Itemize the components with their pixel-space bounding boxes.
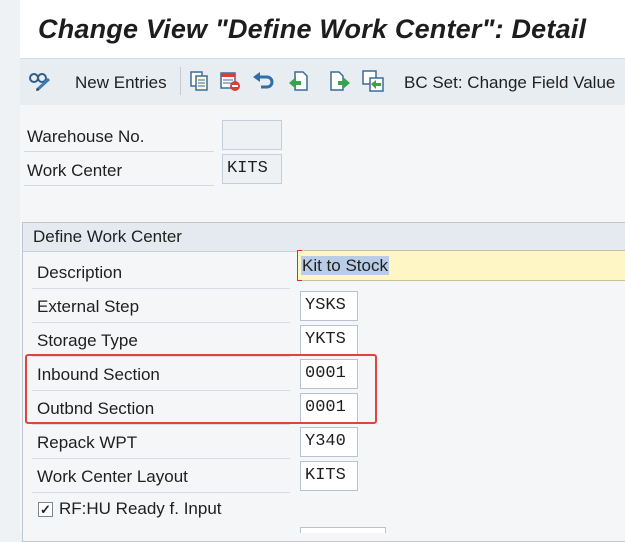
- new-entries-button[interactable]: New Entries: [75, 73, 167, 93]
- rf-hu-ready-checkbox[interactable]: ✓: [38, 502, 53, 517]
- copy-icon[interactable]: [188, 70, 210, 92]
- description-field[interactable]: Kit to Stock: [297, 250, 625, 281]
- transport-left-icon[interactable]: [288, 70, 310, 92]
- storage-type-field[interactable]: YKTS: [300, 325, 358, 355]
- page-title: Change View "Define Work Center": Detail: [38, 14, 587, 44]
- application-toolbar: New Entries BC Set: Change Field Value: [20, 58, 625, 106]
- work-center-layout-field[interactable]: KITS: [300, 461, 358, 491]
- work-center-label: Work Center: [24, 156, 214, 186]
- delete-icon[interactable]: [219, 70, 241, 92]
- work-center-layout-label: Work Center Layout: [32, 460, 290, 493]
- warehouse-field[interactable]: [222, 120, 282, 150]
- transport-right-icon[interactable]: [329, 70, 351, 92]
- group-title: Define Work Center: [23, 223, 625, 252]
- highlight-box: [25, 354, 377, 424]
- bc-set-button[interactable]: BC Set: Change Field Value: [404, 73, 615, 93]
- required-marker: [297, 250, 302, 281]
- display-change-icon[interactable]: [28, 70, 51, 92]
- toolbar-separator: [180, 67, 181, 95]
- warehouse-label: Warehouse No.: [24, 122, 214, 152]
- external-step-field[interactable]: YSKS: [300, 291, 358, 321]
- description-label: Description: [32, 256, 290, 289]
- work-center-field[interactable]: KITS: [222, 154, 282, 184]
- title-bar: Change View "Define Work Center": Detail: [20, 0, 625, 58]
- storage-type-label: Storage Type: [32, 324, 290, 357]
- description-value: Kit to Stock: [301, 256, 389, 275]
- rf-hu-ready-label: RF:HU Ready f. Input: [59, 499, 222, 518]
- undo-icon[interactable]: [252, 70, 274, 92]
- bc-set-icon[interactable]: [361, 70, 384, 92]
- external-step-label: External Step: [32, 290, 290, 323]
- next-field[interactable]: [300, 527, 386, 533]
- repack-wpt-label: Repack WPT: [32, 426, 290, 459]
- repack-wpt-field[interactable]: Y340: [300, 427, 358, 457]
- content-area: Warehouse No. Work Center KITS Define Wo…: [20, 105, 625, 542]
